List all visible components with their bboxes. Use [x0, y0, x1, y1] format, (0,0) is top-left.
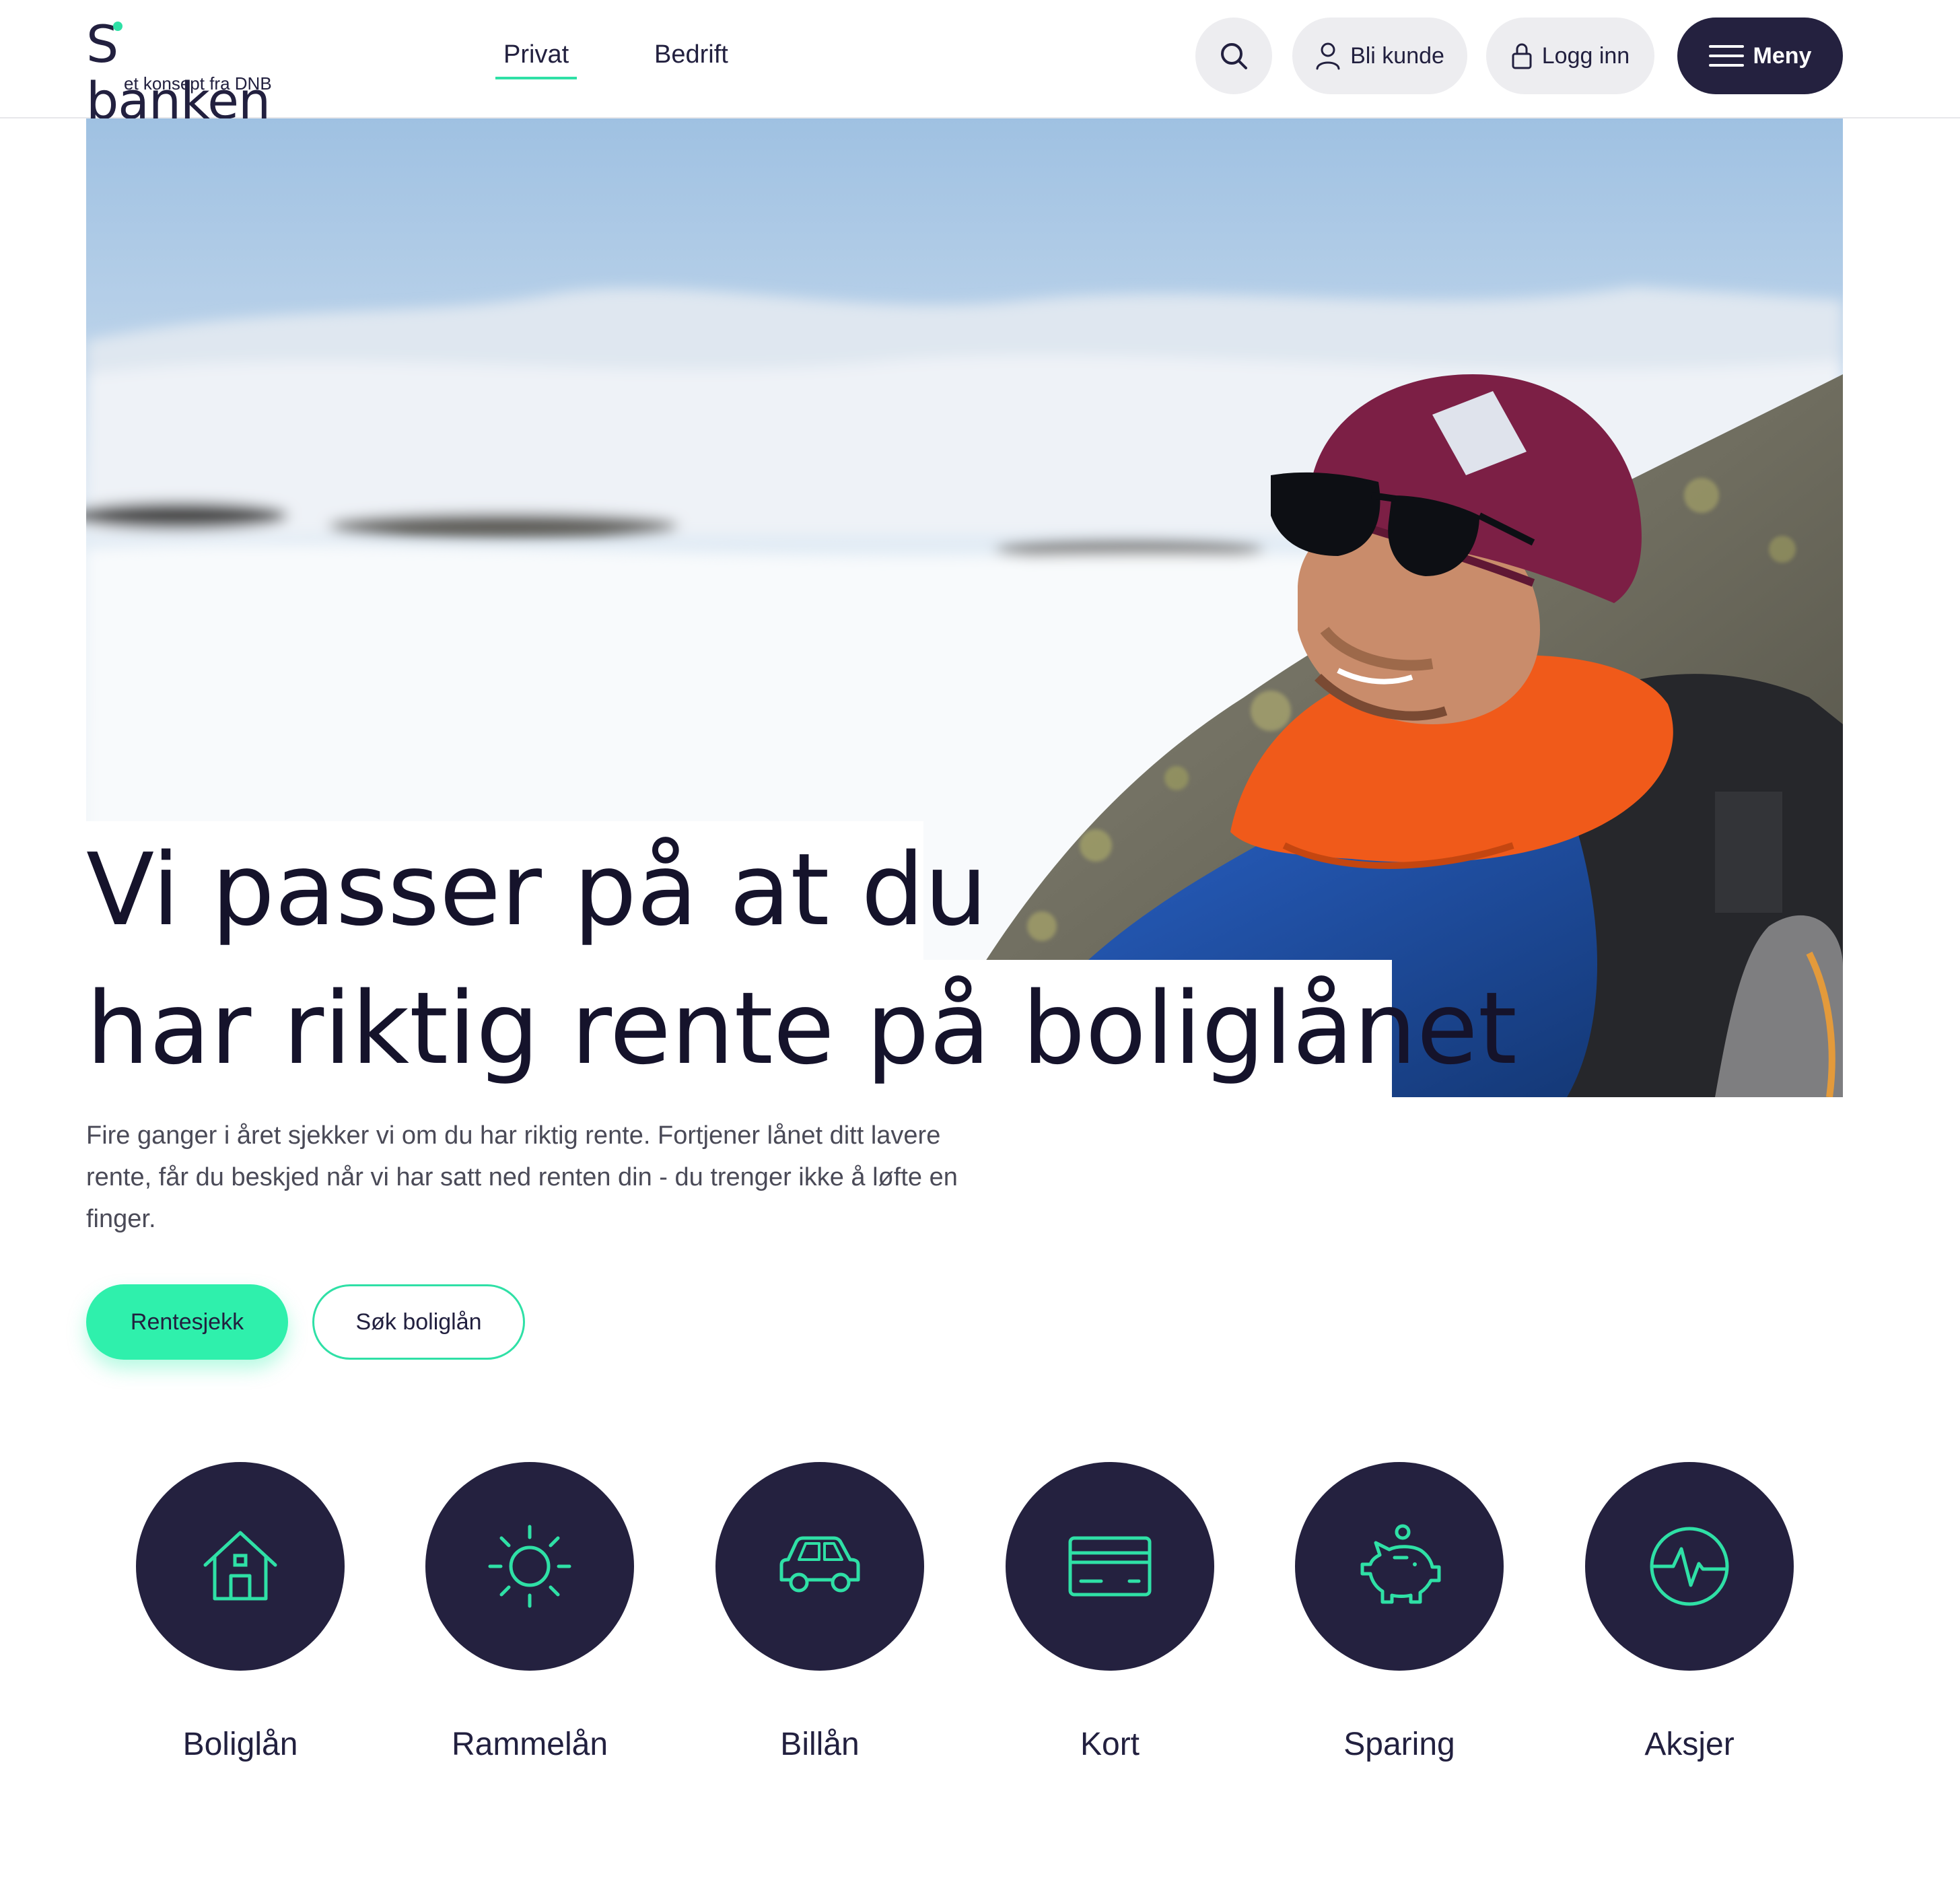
product-circle [715, 1462, 924, 1671]
product-circle [425, 1462, 634, 1671]
sbanken-logo[interactable]: S banken et konsept fra DNB [86, 16, 302, 129]
menu-label: Meny [1753, 42, 1812, 69]
site-header: S banken et konsept fra DNB Privat Bedri… [0, 0, 1960, 129]
hero-lead-text: Fire ganger i året sjekker vi om du har … [86, 1121, 958, 1233]
piggy-bank-icon [1360, 1524, 1441, 1604]
product-circle [1006, 1462, 1214, 1671]
search-icon [1221, 43, 1247, 69]
hamburger-icon [1708, 45, 1744, 67]
become-customer-label: Bli kunde [1350, 42, 1444, 69]
hero-headline-line-2: har riktig rente på boliglånet [86, 960, 1517, 1099]
product-circle [1295, 1462, 1504, 1671]
product-label: Aksjer [1644, 1727, 1735, 1762]
house-icon [203, 1531, 277, 1601]
tab-privat[interactable]: Privat [495, 36, 578, 79]
login-label: Logg inn [1541, 42, 1630, 69]
product-label: Billån [780, 1727, 860, 1762]
search-button[interactable] [1195, 18, 1272, 94]
product-sparing[interactable]: Sparing [1295, 1462, 1504, 1772]
car-icon [779, 1536, 860, 1593]
product-label: Sparing [1343, 1727, 1455, 1762]
product-circle [1585, 1462, 1794, 1671]
apply-mortgage-button[interactable]: Søk boliglån [312, 1284, 525, 1360]
menu-button[interactable]: Meny [1677, 18, 1843, 94]
product-label: Boliglån [182, 1727, 298, 1762]
product-rammelan[interactable]: Rammelån [425, 1462, 634, 1772]
hero-headline-line-1: Vi passer på at du [86, 821, 987, 960]
rentesjekk-button[interactable]: Rentesjekk [86, 1284, 288, 1360]
user-icon [1316, 42, 1340, 70]
product-aksjer[interactable]: Aksjer [1585, 1462, 1794, 1772]
product-label: Kort [1080, 1727, 1140, 1762]
product-kort[interactable]: Kort [1006, 1462, 1214, 1772]
logo-tagline: et konsept fra DNB [124, 73, 272, 94]
product-boliglan[interactable]: Boliglån [136, 1462, 345, 1772]
product-billan[interactable]: Billån [715, 1462, 924, 1772]
product-label: Rammelån [451, 1727, 608, 1762]
tab-bedrift[interactable]: Bedrift [654, 36, 728, 73]
logo-dot [113, 22, 123, 31]
pulse-icon [1650, 1527, 1729, 1606]
login-button[interactable]: Logg inn [1486, 18, 1654, 94]
become-customer-button[interactable]: Bli kunde [1292, 18, 1467, 94]
product-circle [136, 1462, 345, 1671]
sun-icon [488, 1525, 571, 1608]
card-icon [1068, 1536, 1152, 1597]
lock-icon [1512, 43, 1532, 69]
